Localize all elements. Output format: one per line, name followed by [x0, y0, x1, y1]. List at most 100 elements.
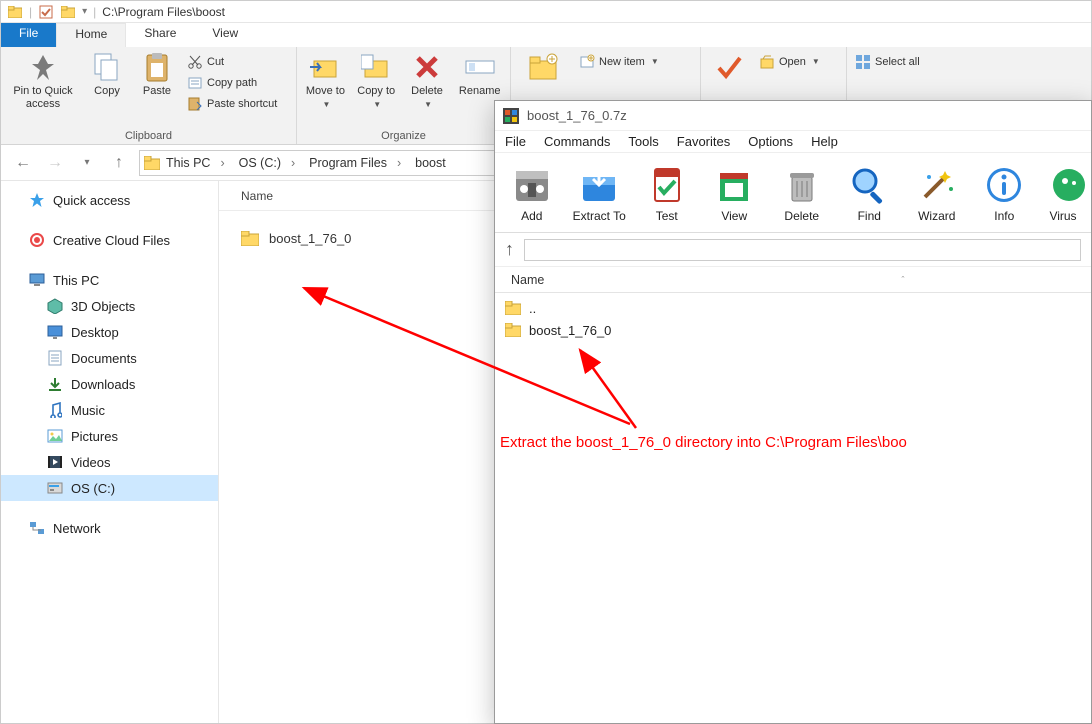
clipboard-mini-col: Cut Copy path Paste shortcut	[185, 51, 279, 114]
sidebar-creative-cloud[interactable]: Creative Cloud Files	[1, 227, 218, 253]
tool-add[interactable]: Add	[503, 163, 561, 223]
list-row-folder[interactable]: boost_1_76_0	[505, 319, 1081, 341]
sidebar-3d-objects[interactable]: 3D Objects	[1, 293, 218, 319]
checkbox-icon[interactable]	[38, 4, 54, 20]
tab-share[interactable]: Share	[126, 23, 194, 47]
up-button[interactable]: ↑	[107, 151, 131, 175]
tool-test-label: Test	[656, 209, 678, 223]
shortcut-icon	[187, 96, 203, 112]
os-c-label: OS (C:)	[71, 481, 115, 496]
star-icon	[29, 192, 45, 208]
menu-tools[interactable]: Tools	[628, 134, 658, 149]
tool-extract[interactable]: Extract To	[571, 163, 629, 223]
tool-info[interactable]: Info	[976, 163, 1034, 223]
chevron-down-icon: ▼	[322, 100, 330, 110]
select-all-icon	[855, 54, 871, 70]
delete-x-icon	[411, 51, 443, 83]
ribbon-group-clipboard: Pin to Quick access Copy Paste	[1, 47, 297, 144]
chevron-down-icon: ▼	[424, 100, 432, 110]
move-to-icon	[309, 51, 341, 83]
properties-button[interactable]	[707, 51, 751, 83]
pin-button[interactable]: Pin to Quick access	[7, 51, 79, 111]
sidebar-desktop[interactable]: Desktop	[1, 319, 218, 345]
sevenzip-titlebar[interactable]: boost_1_76_0.7z	[495, 101, 1091, 131]
sidebar-documents[interactable]: Documents	[1, 345, 218, 371]
sidebar-os-c[interactable]: OS (C:)	[1, 475, 218, 501]
sevenzip-pathbar: ↑	[495, 233, 1091, 267]
tab-view[interactable]: View	[194, 23, 256, 47]
tool-wizard[interactable]: Wizard	[908, 163, 966, 223]
sidebar-this-pc[interactable]: This PC	[1, 267, 218, 293]
menu-favorites[interactable]: Favorites	[677, 134, 730, 149]
list-row-up[interactable]: ..	[505, 297, 1081, 319]
desktop-label: Desktop	[71, 325, 119, 340]
qat-separator: |	[29, 5, 32, 19]
sz-col-name[interactable]: Name	[505, 273, 725, 287]
tool-view-label: View	[721, 209, 747, 223]
sevenzip-column-header[interactable]: Name ˆ	[495, 267, 1091, 293]
menu-options[interactable]: Options	[748, 134, 793, 149]
rename-label: Rename	[459, 85, 501, 98]
videos-icon	[47, 454, 63, 470]
qat-chevron[interactable]: ▾	[82, 6, 87, 17]
copy-button[interactable]: Copy	[85, 51, 129, 98]
tab-file[interactable]: File	[1, 23, 56, 47]
up-arrow-button[interactable]: ↑	[505, 239, 514, 260]
copy-path-button[interactable]: Copy path	[185, 72, 279, 93]
open-button[interactable]: Open ▼	[757, 51, 822, 72]
clipboard-group-label: Clipboard	[7, 129, 290, 142]
folder-icon	[505, 301, 521, 315]
paste-button[interactable]: Paste	[135, 51, 179, 98]
menu-help[interactable]: Help	[811, 134, 838, 149]
move-to-button[interactable]: Move to ▼	[303, 51, 348, 110]
menu-commands[interactable]: Commands	[544, 134, 610, 149]
drive-icon	[47, 480, 63, 496]
new-item-label: New item	[599, 56, 645, 68]
documents-label: Documents	[71, 351, 137, 366]
tool-delete-label: Delete	[784, 209, 819, 223]
back-button[interactable]: ←	[11, 151, 35, 175]
sidebar-music[interactable]: Music	[1, 397, 218, 423]
crumb-boost[interactable]: boost	[411, 156, 450, 170]
tool-test[interactable]: Test	[638, 163, 696, 223]
sidebar-videos[interactable]: Videos	[1, 449, 218, 475]
sevenzip-path-input[interactable]	[524, 239, 1081, 261]
select-mini-col: Select all	[853, 51, 922, 72]
rename-icon	[464, 51, 496, 83]
open-icon	[759, 54, 775, 70]
copy-path-label: Copy path	[207, 77, 257, 89]
tool-virus[interactable]: Virus	[1043, 163, 1083, 223]
quick-access-label: Quick access	[53, 193, 130, 208]
ribbon-tabs: File Home Share View	[1, 23, 1091, 47]
sevenzip-app-icon	[503, 108, 519, 124]
sidebar-quick-access[interactable]: Quick access	[1, 187, 218, 213]
sidebar-pictures[interactable]: Pictures	[1, 423, 218, 449]
network-label: Network	[53, 521, 101, 536]
cut-button[interactable]: Cut	[185, 51, 279, 72]
menu-file[interactable]: File	[505, 134, 526, 149]
crumb-this-pc[interactable]: This PC	[162, 156, 233, 170]
crumb-os-c[interactable]: OS (C:)	[235, 156, 304, 170]
tool-view[interactable]: View	[706, 163, 764, 223]
test-icon	[645, 163, 689, 207]
sevenzip-title: boost_1_76_0.7z	[527, 108, 627, 123]
downloads-icon	[47, 376, 63, 392]
tool-delete[interactable]: Delete	[773, 163, 831, 223]
computer-icon	[29, 272, 45, 288]
col-name[interactable]: Name	[219, 189, 379, 203]
delete-button[interactable]: Delete ▼	[405, 51, 450, 110]
forward-button[interactable]: →	[43, 151, 67, 175]
crumb-program-files[interactable]: Program Files	[305, 156, 409, 170]
select-all-button[interactable]: Select all	[853, 51, 922, 72]
tab-home[interactable]: Home	[56, 23, 126, 47]
rename-button[interactable]: Rename	[455, 51, 504, 98]
paste-shortcut-button[interactable]: Paste shortcut	[185, 93, 279, 114]
folder-icon	[241, 231, 259, 246]
tool-find[interactable]: Find	[841, 163, 899, 223]
sidebar-downloads[interactable]: Downloads	[1, 371, 218, 397]
sidebar-network[interactable]: Network	[1, 515, 218, 541]
recent-dropdown[interactable]: ▾	[75, 151, 99, 175]
new-item-button[interactable]: New item ▼	[577, 51, 661, 72]
copy-to-button[interactable]: Copy to ▼	[354, 51, 399, 110]
new-folder-button[interactable]	[517, 51, 571, 83]
